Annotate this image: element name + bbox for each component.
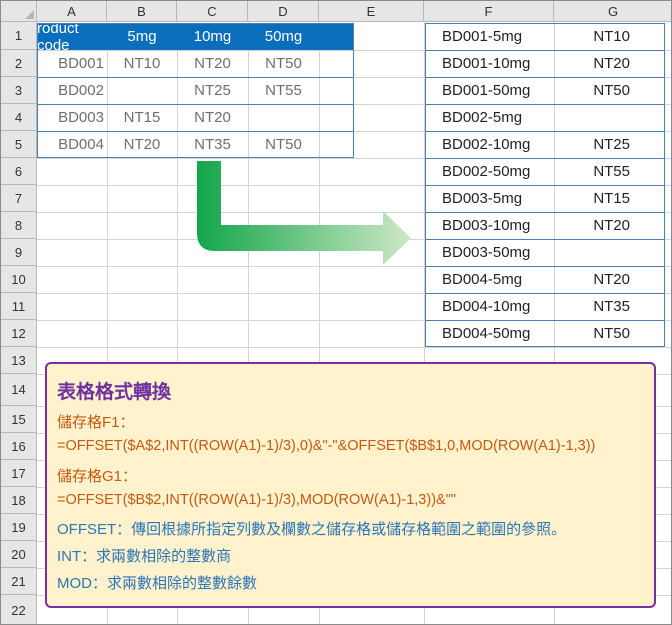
row-header-16[interactable]: 16 [1, 433, 37, 460]
info-int-desc: INT：求兩數相除的整數商 [57, 548, 232, 565]
output-cell-code[interactable]: BD004-50mg [442, 320, 554, 347]
info-g1-label: 儲存格G1： [57, 468, 138, 485]
row-header-11[interactable]: 11 [1, 293, 37, 320]
source-cell[interactable]: NT20 [177, 104, 248, 131]
source-cell[interactable]: NT35 [177, 131, 248, 158]
source-cell[interactable] [248, 104, 319, 131]
column-header-g[interactable]: G [554, 1, 671, 22]
transform-arrow-icon [197, 161, 411, 265]
column-header-e[interactable]: E [319, 1, 424, 22]
row-header-21[interactable]: 21 [1, 568, 37, 595]
output-cell-price[interactable]: NT55 [554, 158, 630, 185]
row-header-22[interactable]: 22 [1, 595, 37, 624]
info-f1-formula: =OFFSET($A$2,INT((ROW(A1)-1)/3),0)&"-"&O… [57, 438, 596, 454]
gridline [37, 347, 671, 348]
output-cell-code[interactable]: BD001-50mg [442, 77, 554, 104]
source-cell[interactable]: NT20 [107, 131, 177, 158]
info-title: 表格格式轉換 [57, 382, 172, 403]
output-cell-code[interactable]: BD002-50mg [442, 158, 554, 185]
info-f1-label: 儲存格F1： [57, 414, 135, 431]
info-offset-desc: OFFSET：傳回根據所指定列數及欄數之儲存格或儲存格範圍之範圍的參照。 [57, 521, 567, 538]
row-header-10[interactable]: 10 [1, 266, 37, 293]
output-cell-price[interactable] [554, 104, 630, 131]
spreadsheet-window: A B C D E F G 1 2 3 4 5 6 7 8 9 10 11 12… [0, 0, 672, 625]
output-cell-code[interactable]: BD001-10mg [442, 50, 554, 77]
output-cell-price[interactable]: NT15 [554, 185, 630, 212]
output-cell-code[interactable]: BD003-5mg [442, 185, 554, 212]
source-cell[interactable]: NT50 [248, 50, 319, 77]
select-all-triangle-icon [25, 10, 34, 19]
row-header-8[interactable]: 8 [1, 212, 37, 239]
output-cell-price[interactable]: NT35 [554, 293, 630, 320]
column-header-c[interactable]: C [177, 1, 248, 22]
column-header-b[interactable]: B [107, 1, 177, 22]
output-cell-price[interactable]: NT20 [554, 50, 630, 77]
output-cell-price[interactable]: NT50 [554, 77, 630, 104]
output-cell-price[interactable]: NT20 [554, 266, 630, 293]
output-cell-code[interactable]: BD002-5mg [442, 104, 554, 131]
output-cell-code[interactable]: BD003-50mg [442, 239, 554, 266]
row-header-15[interactable]: 15 [1, 406, 37, 433]
source-cell[interactable]: NT25 [177, 77, 248, 104]
output-cell-price[interactable]: NT25 [554, 131, 630, 158]
row-header-7[interactable]: 7 [1, 185, 37, 212]
output-cell-code[interactable]: BD003-10mg [442, 212, 554, 239]
row-header-3[interactable]: 3 [1, 77, 37, 104]
row-header-9[interactable]: 9 [1, 239, 37, 266]
source-cell[interactable]: NT15 [107, 104, 177, 131]
column-header-f[interactable]: F [424, 1, 554, 22]
row-header-2[interactable]: 2 [1, 50, 37, 77]
output-cell-code[interactable]: BD004-10mg [442, 293, 554, 320]
row-header-5[interactable]: 5 [1, 131, 37, 158]
output-cell-price[interactable] [554, 239, 630, 266]
info-g1-formula: =OFFSET($B$2,INT((ROW(A1)-1)/3),MOD(ROW(… [57, 492, 456, 508]
row-header-19[interactable]: 19 [1, 514, 37, 541]
output-cell-price[interactable]: NT50 [554, 320, 630, 347]
output-cell-code[interactable]: BD004-5mg [442, 266, 554, 293]
output-cell-code[interactable]: BD001-5mg [442, 23, 554, 50]
row-header-14[interactable]: 14 [1, 374, 37, 406]
row-header-1[interactable]: 1 [1, 22, 37, 50]
source-cell[interactable]: NT55 [248, 77, 319, 104]
row-header-18[interactable]: 18 [1, 487, 37, 514]
row-header-4[interactable]: 4 [1, 104, 37, 131]
row-header-17[interactable]: 17 [1, 460, 37, 487]
output-cell-code[interactable]: BD002-10mg [442, 131, 554, 158]
source-cell[interactable] [107, 77, 177, 104]
output-cell-price[interactable]: NT20 [554, 212, 630, 239]
source-cell[interactable]: NT50 [248, 131, 319, 158]
info-mod-desc: MOD：求兩數相除的整數餘數 [57, 575, 257, 592]
column-header-d[interactable]: D [248, 1, 319, 22]
source-cell[interactable]: NT10 [107, 50, 177, 77]
row-header-20[interactable]: 20 [1, 541, 37, 568]
row-header-6[interactable]: 6 [1, 158, 37, 185]
select-all-corner[interactable] [1, 1, 37, 22]
row-header-12[interactable]: 12 [1, 320, 37, 347]
source-cell[interactable]: NT20 [177, 50, 248, 77]
row-header-13[interactable]: 13 [1, 347, 37, 374]
output-cell-price[interactable]: NT10 [554, 23, 630, 50]
